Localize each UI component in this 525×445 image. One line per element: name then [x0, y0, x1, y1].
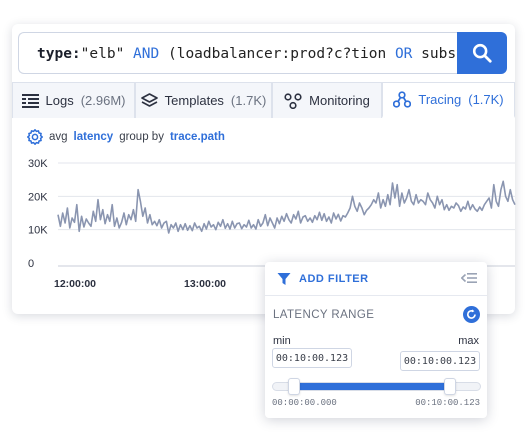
list-icon — [21, 93, 39, 108]
query-token: (loadbalancer:prod?c?tion — [159, 46, 395, 62]
y-tick-label: 0 — [28, 258, 34, 270]
add-filter-panel: ADD FILTER LATENCY RANGE min max 00:10:0… — [265, 262, 487, 418]
query-token: OR — [394, 46, 413, 62]
tab-monitoring-label: Monitoring — [309, 93, 370, 108]
chart-group-by-label: group by — [119, 131, 164, 143]
filter-header[interactable]: ADD FILTER — [265, 262, 487, 296]
tab-logs[interactable]: Logs (2.96M) — [12, 82, 135, 118]
range-start-label: 00:00:00.000 — [272, 398, 337, 408]
tab-monitoring[interactable]: Monitoring — [272, 82, 382, 118]
series-line-latency — [57, 180, 516, 234]
query-token: "elb" — [80, 46, 134, 62]
range-end-label: 00:10:00.123 — [415, 398, 480, 408]
y-tick-label: 30K — [28, 158, 48, 170]
tab-templates[interactable]: Templates (1.7K) — [135, 82, 272, 118]
chart-group-field[interactable]: trace.path — [170, 131, 225, 143]
funnel-icon — [277, 272, 291, 285]
min-label: min — [273, 335, 291, 347]
latency-range-label: LATENCY RANGE — [273, 309, 375, 321]
y-tick-label: 20K — [28, 191, 48, 203]
range-slider-max-handle[interactable] — [444, 378, 456, 395]
gear-icon[interactable] — [27, 129, 43, 145]
range-slider-min-handle[interactable] — [288, 378, 300, 395]
max-label: max — [458, 335, 479, 347]
reset-icon[interactable] — [463, 306, 480, 323]
chart-query-header: avg latency group by trace.path — [27, 129, 225, 145]
search-input[interactable]: type:"elb" AND (loadbalancer:prod?c?tion… — [18, 32, 458, 74]
chart-aggregation: avg — [49, 131, 68, 143]
collapse-icon[interactable] — [461, 272, 477, 284]
query-token: subsys — [421, 46, 458, 62]
chart-metric[interactable]: latency — [74, 131, 114, 143]
tab-templates-label: Templates — [164, 93, 224, 108]
query-token: type: — [37, 46, 81, 62]
tab-templates-count: (1.7K) — [230, 93, 267, 108]
min-value-field[interactable]: 00:10:00.123 — [272, 348, 352, 368]
tab-tracing[interactable]: Tracing (1.7K) — [382, 82, 515, 118]
x-tick-label: 13:00:00 — [184, 278, 226, 290]
tab-tracing-count: (1.7K) — [468, 92, 504, 107]
x-tick-label: 12:00:00 — [54, 278, 96, 290]
range-slider-fill — [294, 383, 446, 390]
y-tick-label: 10K — [28, 225, 48, 237]
tab-bar: Logs (2.96M) Templates (1.7K) Monitoring… — [12, 82, 515, 118]
nodes-icon — [284, 92, 302, 109]
search-button[interactable] — [457, 32, 507, 74]
max-value-field[interactable]: 00:10:00.123 — [400, 351, 480, 371]
tab-tracing-label: Tracing — [418, 92, 462, 107]
tab-logs-label: Logs — [45, 93, 74, 108]
tab-logs-count: (2.96M) — [80, 93, 126, 108]
query-token: AND — [133, 46, 160, 62]
layers-icon — [140, 92, 158, 107]
filter-title: ADD FILTER — [299, 272, 369, 285]
tracing-icon — [393, 91, 412, 108]
search-icon — [472, 43, 492, 63]
